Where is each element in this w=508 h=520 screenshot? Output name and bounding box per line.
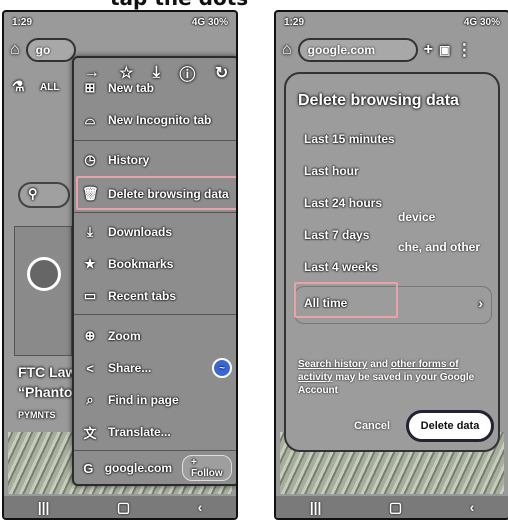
menu-find-in-page-label: Find in page [108, 393, 179, 407]
menu-zoom-label: Zoom [108, 329, 141, 343]
tab-switcher-icon[interactable]: ▣ [439, 43, 450, 57]
omnibox[interactable]: go [25, 38, 76, 62]
more-icon[interactable]: ⋮ [456, 40, 472, 60]
status-indicators: 4G 30% [191, 16, 228, 28]
left-phone-screen: 1:29 4G 30% ⌂ go ⚗ ALL ⚲ FTC Law “Phanto… [2, 10, 238, 520]
chevron-right-icon: › [478, 295, 483, 311]
dialog-title: Delete browsing data [298, 92, 459, 109]
caption-strip: tap the dots [0, 0, 508, 10]
time-range-option[interactable]: Last 24 hours [304, 196, 382, 210]
menu-translate-label: Translate... [108, 425, 171, 439]
caption-text: tap the dots [110, 0, 248, 10]
status-indicators: 4G 30% [463, 16, 500, 28]
delete-browsing-data-dialog: Delete browsing data Last 15 minutes Las… [284, 72, 500, 452]
share-icon: < [86, 360, 94, 376]
seal-image [27, 257, 61, 291]
history-icon: ◷ [84, 152, 96, 167]
menu-downloads[interactable]: ⤓ Downloads [82, 218, 232, 246]
menu-recent-tabs-label: Recent tabs [108, 289, 177, 303]
zoom-icon: ⊕ [84, 328, 96, 343]
devices-icon: ▭ [83, 288, 97, 303]
time-range-option[interactable]: Last 15 minutes [304, 132, 395, 146]
incognito-icon: ⌓ [84, 112, 96, 127]
plus-box-icon: ⊞ [84, 80, 96, 95]
menu-new-incognito-tab[interactable]: ⌓ New Incognito tab [82, 106, 232, 134]
omnibox[interactable]: google.com [297, 38, 418, 62]
time-range-option[interactable]: Last 7 days [304, 228, 369, 242]
find-icon: ⌕ [86, 392, 94, 407]
menu-divider [74, 140, 236, 141]
menu-history-label: History [108, 153, 150, 167]
menu-find-in-page[interactable]: ⌕ Find in page [82, 386, 232, 414]
system-nav-bar: ||| ▢ ‹ [276, 496, 508, 518]
follow-button[interactable]: + Follow [182, 455, 232, 481]
menu-site-google-label: google.com [104, 461, 173, 475]
download-done-icon: ⤓ [87, 224, 93, 239]
overflow-menu: → ☆ ⤓ ⓘ ↻ ⊞ New tab ⌓ New Incognito tab … [72, 56, 236, 486]
home-button[interactable]: ▢ [389, 499, 402, 516]
labs-icon[interactable]: ⚗ [12, 78, 25, 95]
info-paragraph: Search history and other forms of activi… [298, 358, 488, 397]
menu-bookmarks-label: Bookmarks [108, 257, 174, 271]
omnibox-text: go [35, 43, 51, 57]
back-button[interactable]: ‹ [198, 499, 203, 515]
search-history-link[interactable]: Search history [298, 359, 367, 370]
menu-translate[interactable]: 文 Translate... [82, 418, 232, 446]
menu-zoom[interactable]: ⊕ Zoom [82, 322, 232, 350]
search-icon: ⚲ [28, 186, 38, 201]
url-bar: ⌂ google.com + ▣ ⋮ [276, 34, 508, 66]
new-tab-icon[interactable]: + [424, 41, 433, 59]
menu-divider [74, 314, 236, 315]
background-text: device [398, 210, 436, 224]
home-icon[interactable]: ⌂ [282, 41, 292, 59]
recents-button[interactable]: ||| [38, 499, 50, 515]
info-and: and [370, 359, 389, 370]
menu-new-tab-label: New tab [108, 81, 155, 95]
cancel-button[interactable]: Cancel [354, 420, 390, 432]
menu-divider [74, 450, 236, 451]
menu-share-label: Share... [108, 361, 152, 375]
status-bar: 1:29 4G 30% [276, 12, 508, 32]
messenger-icon[interactable]: ~ [212, 358, 232, 378]
right-phone-screen: 1:29 4G 30% ⌂ google.com + ▣ ⋮ Delete br… [274, 10, 508, 520]
home-button[interactable]: ▢ [117, 499, 130, 516]
omnibox-text: google.com [307, 43, 376, 57]
home-icon[interactable]: ⌂ [10, 41, 20, 59]
menu-bookmarks[interactable]: ★ Bookmarks [82, 250, 232, 278]
menu-downloads-label: Downloads [108, 225, 173, 239]
time-range-option[interactable]: Last 4 weeks [304, 260, 378, 274]
menu-history[interactable]: ◷ History [82, 146, 232, 174]
status-time: 1:29 [284, 16, 305, 28]
highlight-box [294, 282, 398, 318]
system-nav-bar: ||| ▢ ‹ [4, 496, 236, 518]
star-icon: ★ [84, 256, 96, 271]
menu-recent-tabs[interactable]: ▭ Recent tabs [82, 282, 232, 310]
google-icon: G [83, 460, 94, 476]
search-pill[interactable]: ⚲ [18, 182, 70, 208]
background-text: che, and other [398, 240, 481, 254]
back-button[interactable]: ‹ [470, 499, 475, 515]
headline-line-1[interactable]: FTC Law [18, 364, 76, 380]
time-range-option[interactable]: Last hour [304, 164, 359, 178]
menu-share[interactable]: < Share... ~ [82, 354, 232, 382]
article-source: PYMNTS [18, 410, 56, 420]
menu-new-tab[interactable]: ⊞ New tab [82, 74, 232, 102]
translate-icon: 文 [83, 425, 97, 441]
delete-data-button[interactable]: Delete data [406, 410, 494, 442]
menu-site-google[interactable]: G google.com + Follow [82, 454, 232, 482]
menu-new-incognito-tab-label: New Incognito tab [108, 113, 212, 127]
menu-divider [74, 212, 236, 213]
recents-button[interactable]: ||| [310, 499, 322, 515]
status-bar: 1:29 4G 30% [4, 12, 236, 32]
status-time: 1:29 [12, 16, 33, 28]
highlight-box [76, 176, 236, 210]
article-image[interactable] [14, 226, 72, 356]
tab-all[interactable]: ALL [40, 82, 59, 93]
